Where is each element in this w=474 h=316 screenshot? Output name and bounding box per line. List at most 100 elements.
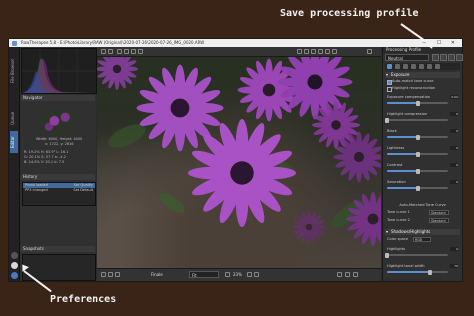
slider-knob[interactable]	[415, 168, 420, 174]
slider-track[interactable]	[387, 185, 448, 191]
slider-value[interactable]: 0	[450, 112, 458, 116]
before-after-icon[interactable]	[297, 49, 302, 54]
right-panel: Processing Profile Neutral Exposure Auto…	[382, 47, 463, 281]
history-list: Photo loaded Set Quality PP3 changed Set…	[22, 182, 96, 206]
focus-mask-icon[interactable]	[332, 49, 337, 54]
crop-tool-icon[interactable]	[131, 49, 136, 54]
slider-track[interactable]	[387, 151, 448, 157]
processing-profile-select[interactable]: Neutral	[385, 54, 429, 61]
slider-knob[interactable]	[415, 100, 420, 106]
tab-editor[interactable]: Editor	[10, 131, 18, 153]
navigator-thumbnail[interactable]	[40, 110, 76, 134]
tab-exposure-icon[interactable]	[387, 64, 392, 69]
help-icon[interactable]	[10, 252, 18, 259]
section-shadows-highlights[interactable]: Shadows/Highlights	[385, 229, 460, 235]
tab-advanced-icon[interactable]	[411, 64, 416, 69]
app-icon	[12, 40, 17, 46]
flower-top-left	[97, 57, 138, 90]
red-channel-icon[interactable]	[304, 49, 309, 54]
zoom-out-icon[interactable]	[225, 272, 230, 277]
save-profile-annotation: Save processing profile	[280, 8, 419, 19]
slider-label: Contrast 0	[387, 162, 458, 168]
histogram	[21, 48, 97, 94]
slider-knob[interactable]	[385, 117, 389, 123]
slider-track[interactable]	[387, 168, 448, 174]
window-title: RawTherapee 5.8 - E:\Photo\Library\RAW (…	[21, 40, 205, 45]
slider-value[interactable]: 0	[450, 129, 458, 133]
slider-label-text: Highlights	[387, 247, 406, 251]
zoom-select[interactable]: Fit	[189, 271, 219, 278]
zoom-fit-icon[interactable]	[254, 272, 259, 277]
slider-value[interactable]: 0	[450, 180, 458, 184]
luminance-icon[interactable]	[325, 49, 330, 54]
redo-icon[interactable]	[108, 49, 113, 54]
tab-details-icon[interactable]	[395, 64, 400, 69]
slider-value[interactable]: 0	[450, 146, 458, 150]
processing-profile-title: Processing Profile	[383, 47, 462, 53]
fullscreen-icon[interactable]	[367, 49, 372, 54]
save-profile-icon[interactable]	[440, 54, 447, 61]
slider-knob[interactable]	[415, 151, 420, 157]
slider-fill	[387, 271, 430, 273]
auto-match-label: Auto-match tone curve	[392, 79, 434, 83]
straighten-tool-icon[interactable]	[138, 49, 143, 54]
slider-label-text: Black	[387, 129, 397, 133]
histogram-plot	[22, 49, 96, 93]
slider-label-text: Highlight compression	[387, 112, 428, 116]
undo-icon[interactable]	[101, 49, 106, 54]
green-channel-icon[interactable]	[311, 49, 316, 54]
slider-track[interactable]	[387, 269, 448, 275]
slider-knob[interactable]	[427, 269, 432, 275]
tab-queue[interactable]: Queue	[10, 107, 18, 129]
flip-icon[interactable]	[115, 272, 120, 277]
slider-track[interactable]	[385, 252, 448, 258]
flower-main	[188, 119, 296, 227]
slider-value[interactable]: 0	[450, 247, 458, 251]
color-management-icon[interactable]	[10, 272, 18, 279]
history-item[interactable]: PP3 changed Set Default	[23, 188, 95, 193]
slider-value[interactable]: 70	[450, 264, 458, 268]
hand-tool-icon[interactable]	[117, 49, 122, 54]
slider-label-text: Contrast	[387, 163, 403, 167]
slider-value[interactable]: 0.00	[450, 95, 458, 99]
preferences-annotation: Preferences	[50, 294, 117, 305]
slider-knob[interactable]	[415, 134, 420, 140]
tab-file-browser[interactable]: File Browser	[10, 51, 18, 91]
blue-channel-icon[interactable]	[318, 49, 323, 54]
rotate-left-icon[interactable]	[101, 272, 106, 277]
slider-track[interactable]	[387, 100, 448, 106]
load-profile-icon[interactable]	[432, 54, 439, 61]
slider-label: Exposure compensation 0.00	[387, 94, 458, 100]
navigator-title: Navigator	[21, 95, 95, 101]
rotate-right-icon[interactable]	[108, 272, 113, 277]
preferences-icon[interactable]	[10, 262, 18, 269]
tab-raw-icon[interactable]	[427, 64, 432, 69]
copy-profile-icon[interactable]	[448, 54, 455, 61]
zoom-percentage: 23%	[233, 272, 242, 277]
paste-profile-icon[interactable]	[456, 54, 463, 61]
editor-top-toolbar	[97, 47, 381, 57]
queue-icon[interactable]	[345, 272, 350, 277]
slider-knob[interactable]	[385, 252, 389, 258]
color-space-select[interactable]: RGB	[413, 236, 431, 242]
save-image-icon[interactable]	[337, 272, 342, 277]
slider-label: Highlight compression 0	[387, 111, 458, 117]
slider-value[interactable]: 0	[450, 163, 458, 167]
zoom-in-icon[interactable]	[247, 272, 252, 277]
tab-transform-icon[interactable]	[419, 64, 424, 69]
open-editor-icon[interactable]	[353, 272, 358, 277]
tone-curve-1-mode[interactable]: Standard	[429, 209, 449, 215]
tab-color-icon[interactable]	[403, 64, 408, 69]
slider-knob[interactable]	[415, 185, 420, 191]
slider-label-text: Lightness	[387, 146, 405, 150]
navigator-values-r: R: 19.2% H: 63.9° L: 16.1	[24, 150, 69, 154]
image-preview[interactable]	[97, 57, 381, 269]
slider-track[interactable]	[385, 117, 448, 123]
slider-fill	[387, 136, 418, 138]
slider-track[interactable]	[387, 134, 448, 140]
slider-label: Black 0	[387, 128, 458, 134]
tab-metadata-icon[interactable]	[435, 64, 440, 69]
tone-curve-2-mode[interactable]: Standard	[429, 217, 449, 223]
wb-picker-icon[interactable]	[124, 49, 129, 54]
editor-main: Finale Fit 23%	[97, 47, 381, 281]
